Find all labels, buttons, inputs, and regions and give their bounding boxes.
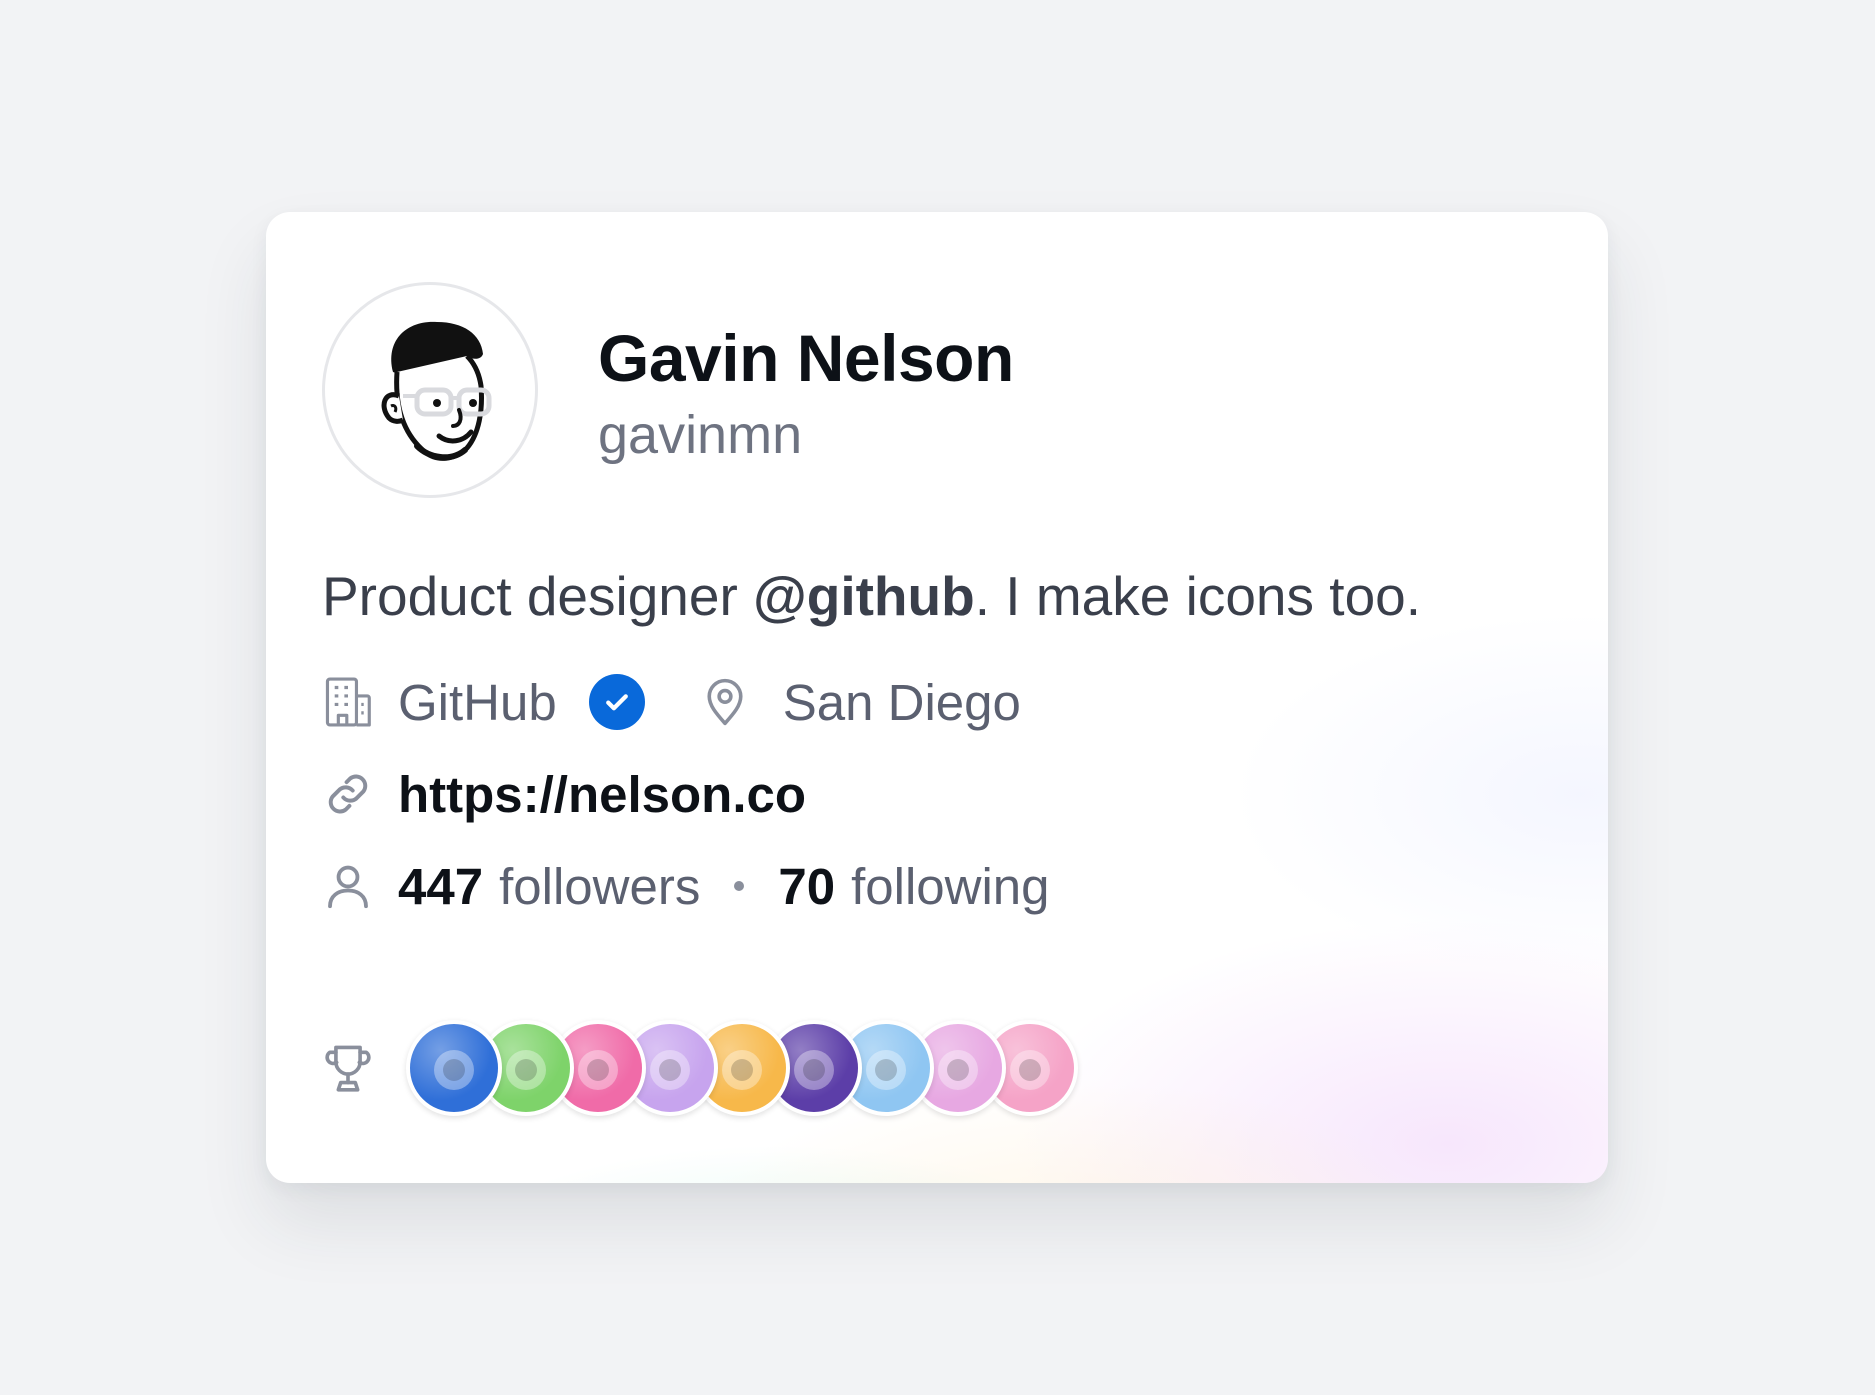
person-icon (318, 856, 378, 916)
shark-icon (434, 1050, 474, 1090)
followers-row: 447 followers 70 following (318, 856, 1050, 916)
avatar-illustration (381, 321, 492, 461)
separator-dot (734, 881, 745, 891)
website-link[interactable]: https://nelson.co (398, 765, 806, 824)
location-pin-icon (695, 672, 755, 732)
location-text: San Diego (782, 673, 1021, 731)
trophy-icon (318, 1038, 378, 1098)
company-location-row: GitHub San Diego (318, 672, 1021, 732)
profile-name[interactable]: Gavin Nelson (598, 320, 1014, 396)
following-count[interactable]: 70 (778, 857, 835, 916)
building-icon (318, 672, 378, 732)
followers-count[interactable]: 447 (398, 857, 483, 916)
profile-hovercard: Gavin Nelson gavinmn Product designer @g… (266, 212, 1608, 1183)
avatar[interactable] (322, 282, 538, 498)
bio-mention-link[interactable]: @github (753, 565, 975, 627)
bio-text-prefix: Product designer (322, 565, 754, 627)
verified-check-icon (588, 674, 645, 730)
followers-label[interactable]: followers (499, 857, 700, 916)
company-name[interactable]: GitHub (398, 673, 557, 732)
profile-bio: Product designer @github. I make icons t… (322, 564, 1421, 628)
link-icon (318, 764, 378, 824)
achievement-badges (406, 1020, 1078, 1116)
shark-badge[interactable] (406, 1020, 502, 1116)
website-row: https://nelson.co (318, 764, 806, 824)
following-label[interactable]: following (851, 857, 1049, 916)
bio-text-suffix: . I make icons too. (974, 565, 1422, 627)
profile-login[interactable]: gavinmn (598, 404, 802, 466)
achievements-row (318, 1020, 1078, 1116)
